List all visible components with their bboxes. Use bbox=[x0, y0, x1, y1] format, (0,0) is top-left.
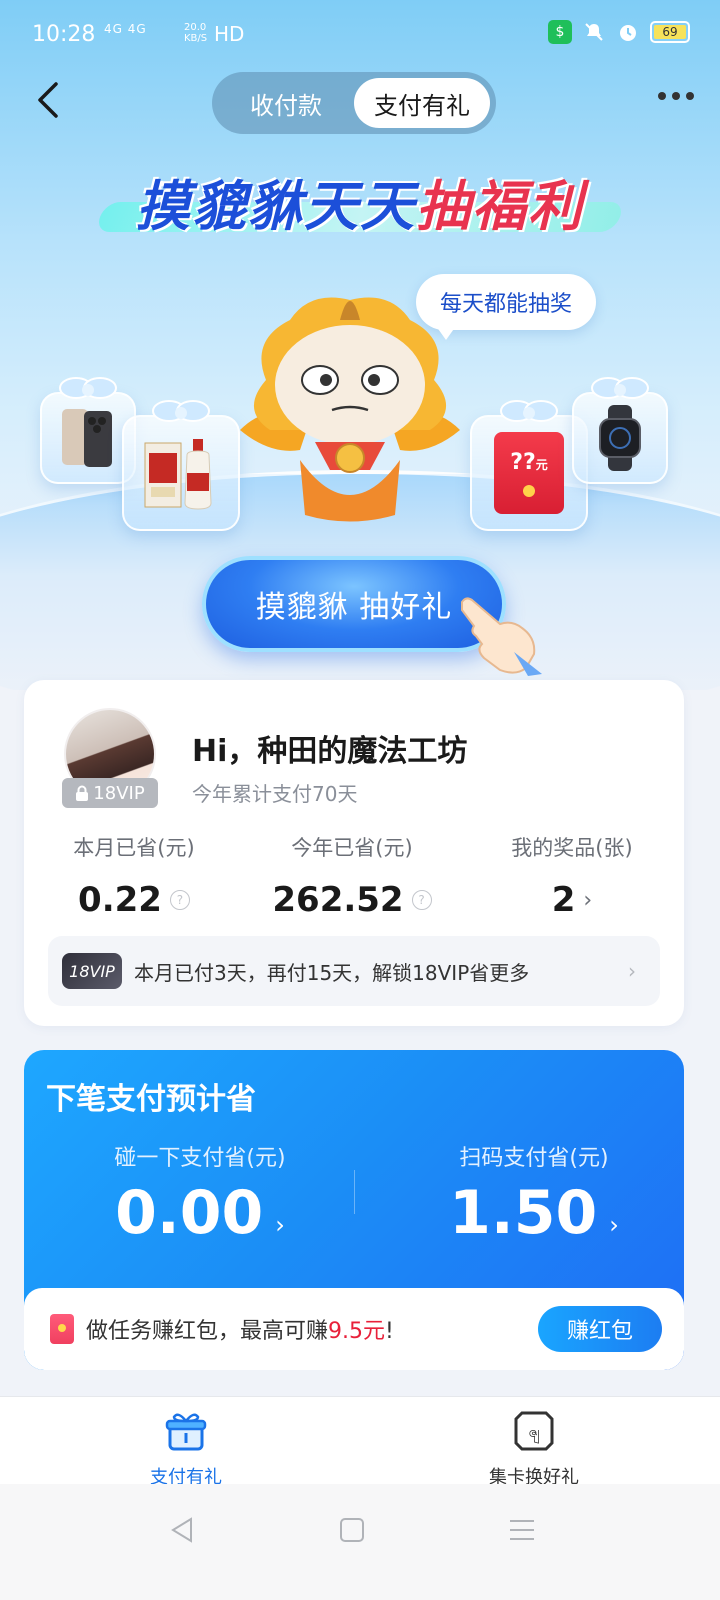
chevron-right-icon: › bbox=[275, 1211, 285, 1239]
user-card: 18VIP Hi，种田的魔法工坊 今年累计支付70天 本月已省(元) 0.22?… bbox=[24, 680, 684, 1026]
battery-icon: 69 bbox=[650, 21, 690, 43]
stat-label: 我的奖品(张) bbox=[511, 836, 633, 860]
chevron-left-icon bbox=[38, 82, 58, 118]
svg-text:ၛ: ၛ bbox=[528, 1422, 539, 1444]
pay-days-text: 今年累计支付70天 bbox=[192, 782, 358, 806]
help-icon[interactable]: ? bbox=[411, 890, 432, 910]
network-signal: 4G 4G bbox=[104, 22, 147, 36]
bow-icon bbox=[59, 377, 117, 399]
tap-pay-savings[interactable]: 碰一下支付省(元) 0.00 › bbox=[50, 1140, 350, 1248]
watch-icon bbox=[599, 405, 641, 471]
help-icon[interactable]: ? bbox=[169, 890, 190, 910]
stat-year-saved[interactable]: 今年已省(元) 262.52? bbox=[252, 832, 452, 920]
system-nav-bar bbox=[0, 1484, 720, 1600]
triangle-back-icon bbox=[171, 1517, 192, 1543]
menu-icon bbox=[510, 1520, 534, 1540]
chevron-right-icon: › bbox=[583, 887, 593, 913]
red-packet-amount: ?? bbox=[510, 449, 536, 475]
task-text: 做任务赚红包，最高可赚9.5元! bbox=[86, 1313, 394, 1345]
stat-my-prizes[interactable]: 我的奖品(张) 2 › bbox=[472, 832, 672, 920]
pixiu-mascot-icon bbox=[240, 297, 460, 522]
more-dot-icon bbox=[658, 92, 666, 100]
nav-pay-gifts[interactable]: 支付有礼 bbox=[96, 1409, 276, 1489]
gift-box-watch bbox=[572, 377, 668, 484]
red-packet-icon bbox=[50, 1314, 74, 1344]
savings-value: 1.50 bbox=[449, 1178, 598, 1248]
status-bar: 10:28 4G 4G 20.0 KB/S HD $ 69 bbox=[0, 0, 720, 70]
stat-value: 0.22 bbox=[78, 880, 162, 920]
tab-pay-gifts[interactable]: 支付有礼 bbox=[354, 78, 490, 128]
phone-icon bbox=[62, 409, 112, 467]
card-icon: ၛ bbox=[514, 1411, 554, 1451]
hd-indicator: HD bbox=[214, 22, 245, 46]
system-back-button[interactable] bbox=[162, 1510, 202, 1550]
red-packet-icon: ??元 bbox=[494, 432, 564, 514]
stat-month-saved[interactable]: 本月已省(元) 0.22? bbox=[34, 832, 234, 920]
pointing-hand-icon bbox=[461, 597, 542, 676]
divider bbox=[354, 1170, 355, 1214]
vip-level-text: 18VIP bbox=[93, 782, 145, 804]
savings-card: 下笔支付预计省 碰一下支付省(元) 0.00 › 扫码支付省(元) 1.50 › 做… bbox=[24, 1050, 684, 1370]
alarm-icon bbox=[616, 20, 640, 44]
more-button[interactable] bbox=[658, 92, 694, 100]
vip-badge: 18VIP bbox=[62, 953, 122, 989]
system-home-button[interactable] bbox=[332, 1510, 372, 1550]
more-dot-icon bbox=[686, 92, 694, 100]
tab-switcher: 收付款 支付有礼 bbox=[212, 72, 496, 134]
savings-value: 0.00 bbox=[115, 1178, 264, 1248]
task-bar: 做任务赚红包，最高可赚9.5元! 赚红包 bbox=[24, 1288, 684, 1370]
hero-section: 10:28 4G 4G 20.0 KB/S HD $ 69 收付款 支付有礼 摸… bbox=[0, 0, 720, 690]
earn-red-packet-button[interactable]: 赚红包 bbox=[538, 1306, 662, 1352]
stat-label: 本月已省(元) bbox=[73, 836, 195, 860]
nav-collect-cards[interactable]: ၛ 集卡换好礼 bbox=[444, 1409, 624, 1489]
savings-title: 下笔支付预计省 bbox=[46, 1082, 256, 1117]
task-amount: 9.5元 bbox=[328, 1319, 386, 1344]
savings-label: 碰一下支付省(元) bbox=[114, 1146, 286, 1171]
red-packet-unit: 元 bbox=[535, 457, 548, 472]
task-text-main: 做任务赚红包，最高可赚 bbox=[86, 1319, 329, 1344]
task-text-end: ! bbox=[385, 1319, 394, 1344]
user-greeting: Hi，种田的魔法工坊 bbox=[192, 734, 468, 769]
liquor-icon bbox=[144, 439, 212, 510]
back-button[interactable] bbox=[30, 80, 70, 120]
stat-label: 今年已省(元) bbox=[291, 836, 413, 860]
hero-title: 摸貔貅天天抽福利 bbox=[90, 162, 630, 242]
vip-upgrade-banner[interactable]: 18VIP 本月已付3天，再付15天，解锁18VIP省更多 › bbox=[48, 936, 660, 1006]
square-home-icon bbox=[340, 1518, 364, 1542]
hero-title-part2: 抽福利 bbox=[416, 175, 584, 238]
lock-icon bbox=[76, 785, 89, 801]
gift-box-red-packet: ??元 bbox=[470, 400, 588, 531]
tab-receive-pay[interactable]: 收付款 bbox=[218, 78, 354, 128]
chevron-right-icon: › bbox=[609, 1211, 619, 1239]
bottom-nav: 支付有礼 ၛ 集卡换好礼 bbox=[0, 1396, 720, 1488]
shield-icon: $ bbox=[548, 20, 572, 44]
bow-icon bbox=[591, 377, 649, 399]
savings-label: 扫码支付省(元) bbox=[459, 1146, 609, 1171]
system-menu-button[interactable] bbox=[502, 1510, 542, 1550]
more-dot-icon bbox=[672, 92, 680, 100]
chevron-right-icon: › bbox=[628, 959, 636, 983]
vip-banner-text: 本月已付3天，再付15天，解锁18VIP省更多 bbox=[134, 960, 530, 985]
vip-level-badge[interactable]: 18VIP bbox=[62, 778, 158, 808]
scan-pay-savings[interactable]: 扫码支付省(元) 1.50 › bbox=[384, 1140, 684, 1248]
gift-box-liquor bbox=[122, 400, 240, 531]
stat-value: 262.52 bbox=[272, 880, 404, 920]
status-time: 10:28 bbox=[32, 22, 96, 47]
stat-value: 2 bbox=[551, 880, 576, 920]
mute-icon bbox=[582, 20, 606, 44]
status-icons: $ 69 bbox=[548, 20, 690, 44]
bow-icon bbox=[152, 400, 210, 422]
hero-title-part1: 摸貔貅天天 bbox=[136, 175, 416, 238]
gift-icon bbox=[165, 1413, 207, 1451]
network-speed: 20.0 KB/S bbox=[184, 22, 208, 44]
bow-icon bbox=[500, 400, 558, 422]
